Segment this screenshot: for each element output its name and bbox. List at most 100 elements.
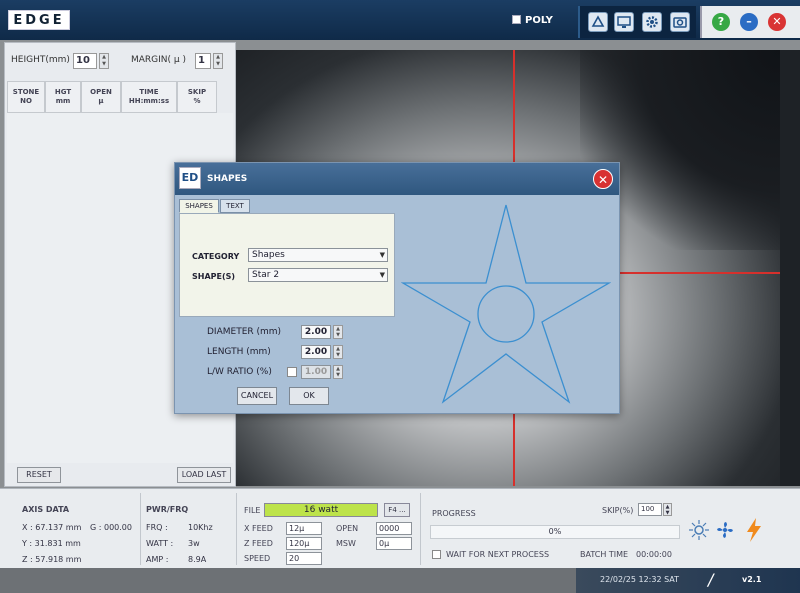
pwr-frq-title: PWR/FRQ (146, 505, 189, 514)
watt-value: 3w (188, 539, 200, 548)
category-label: CATEGORY (192, 252, 240, 261)
margin-input[interactable]: 1 (195, 53, 211, 69)
column-open: OPEN µ (81, 81, 121, 113)
shapes-dialog: ED SHAPES ✕ SHAPES TEXT CATEGORY Shapes ▼… (174, 162, 620, 414)
status-bar: 22/02/25 12:32 SAT / v2.1 (0, 568, 800, 593)
diameter-label: DIAMETER (mm) (207, 327, 282, 337)
shape-preview (401, 204, 611, 404)
tab-text[interactable]: TEXT (220, 199, 250, 213)
reset-button[interactable]: RESET (17, 467, 61, 483)
version: v2.1 (742, 575, 762, 584)
dialog-logo: ED (179, 167, 201, 189)
margin-label: MARGIN( µ ) (131, 55, 187, 65)
diameter-stepper[interactable]: ▲ ▼ (333, 325, 343, 339)
shapes-label: SHAPE(S) (192, 272, 236, 281)
msw-input[interactable]: 0µ (376, 537, 412, 550)
sun-icon (689, 520, 709, 540)
dialog-title-bar: ED SHAPES ✕ (175, 163, 619, 195)
camera-view-button[interactable] (614, 12, 634, 32)
inner-circle-shape (477, 285, 535, 343)
monitor-icon (617, 16, 631, 28)
length-label: LENGTH (mm) (207, 347, 271, 357)
column-stone-no: STONE NO (7, 81, 45, 113)
file-label: FILE (244, 506, 261, 515)
close-icon[interactable]: ✕ (593, 169, 613, 189)
amp-label: AMP : (146, 555, 169, 564)
z-feed-label: Z FEED (244, 539, 273, 548)
chevron-down-icon: ▼ (379, 271, 385, 279)
axis-g-value: G : 000.00 (90, 523, 132, 532)
help-icon[interactable]: ? (712, 13, 730, 31)
speed-label: SPEED (244, 554, 271, 563)
msw-label: MSW (336, 539, 356, 548)
amp-value: 8.9A (188, 555, 207, 564)
height-input[interactable]: 10 (73, 53, 97, 69)
wait-next-checkbox[interactable] (432, 550, 441, 559)
skip-stepper[interactable]: ▲ ▼ (663, 503, 672, 516)
divider (236, 493, 237, 565)
column-time: TIME HH:mm:ss (121, 81, 177, 113)
axis-y-value: Y : 31.831 mm (22, 539, 81, 548)
category-select[interactable]: Shapes ▼ (248, 248, 388, 262)
tab-shapes[interactable]: SHAPES (179, 199, 219, 213)
settings-button[interactable] (642, 12, 662, 32)
axis-z-value: Z : 57.918 mm (22, 555, 82, 564)
watt-label: WATT : (146, 539, 174, 548)
x-feed-label: X FEED (244, 524, 273, 533)
divider (140, 493, 141, 565)
height-stepper[interactable]: ▲ ▼ (99, 53, 109, 69)
gear-icon (646, 16, 658, 28)
snapshot-button[interactable] (670, 12, 690, 32)
progress-bar: 0% (430, 525, 680, 539)
camera-icon (673, 17, 687, 28)
bottom-panel: AXIS DATA X : 67.137 mm G : 000.00 Y : 3… (0, 488, 800, 568)
batch-time-value: 00:00:00 (636, 550, 672, 559)
file-value[interactable]: 16 watt (264, 503, 378, 517)
frq-value: 10Khz (188, 523, 213, 532)
close-icon[interactable]: ✕ (768, 13, 786, 31)
right-edge (780, 50, 800, 486)
lightning-icon[interactable] (744, 517, 764, 543)
ok-button[interactable]: OK (289, 387, 329, 405)
skip-input[interactable]: 100 (638, 503, 662, 516)
status-separator: / (708, 570, 714, 589)
fan-icon[interactable] (714, 519, 736, 541)
axis-data-title: AXIS DATA (22, 505, 70, 514)
length-stepper[interactable]: ▲ ▼ (333, 345, 343, 359)
shape-select[interactable]: Star 2 ▼ (248, 268, 388, 282)
star-shape (401, 204, 611, 404)
load-last-button[interactable]: LOAD LAST (177, 467, 231, 483)
ratio-label: L/W RATIO (%) (207, 367, 272, 377)
file-browse-button[interactable]: F4 ... (384, 503, 410, 517)
ratio-stepper[interactable]: ▲ ▼ (333, 365, 343, 379)
speed-input[interactable]: 20 (286, 552, 322, 565)
cancel-button[interactable]: CANCEL (237, 387, 277, 405)
shapes-tab-panel: CATEGORY Shapes ▼ SHAPE(S) Star 2 ▼ (179, 213, 395, 317)
open-input[interactable]: 0000 (376, 522, 412, 535)
length-input[interactable]: 2.00 (301, 345, 331, 359)
skip-label: SKIP(%) (602, 506, 634, 515)
z-feed-input[interactable]: 120µ (286, 537, 322, 550)
toolbar-tools (578, 6, 696, 38)
divider (420, 493, 421, 565)
title-bar: EDGE POLY ? – ✕ (0, 0, 800, 40)
ratio-checkbox[interactable] (287, 367, 297, 377)
margin-stepper[interactable]: ▲ ▼ (213, 53, 223, 69)
laser-tool-button[interactable] (588, 12, 608, 32)
progress-value: 0% (548, 527, 562, 536)
chevron-down-icon: ▼ (379, 251, 385, 259)
x-feed-input[interactable]: 12µ (286, 522, 322, 535)
app-logo: EDGE (8, 10, 70, 30)
wait-next-label: WAIT FOR NEXT PROCESS (446, 550, 550, 559)
progress-title: PROGRESS (432, 509, 476, 518)
column-height: HGT mm (45, 81, 81, 113)
height-label: HEIGHT(mm) (11, 55, 70, 65)
datetime: 22/02/25 12:32 SAT (600, 575, 680, 584)
diameter-input[interactable]: 2.00 (301, 325, 331, 339)
laser-icon (591, 15, 605, 27)
ratio-input[interactable]: 1.00 (301, 365, 331, 379)
poly-toggle[interactable]: POLY (512, 15, 553, 26)
poly-label: POLY (525, 15, 553, 26)
poly-checkbox[interactable] (512, 15, 521, 24)
minimize-icon[interactable]: – (740, 13, 758, 31)
